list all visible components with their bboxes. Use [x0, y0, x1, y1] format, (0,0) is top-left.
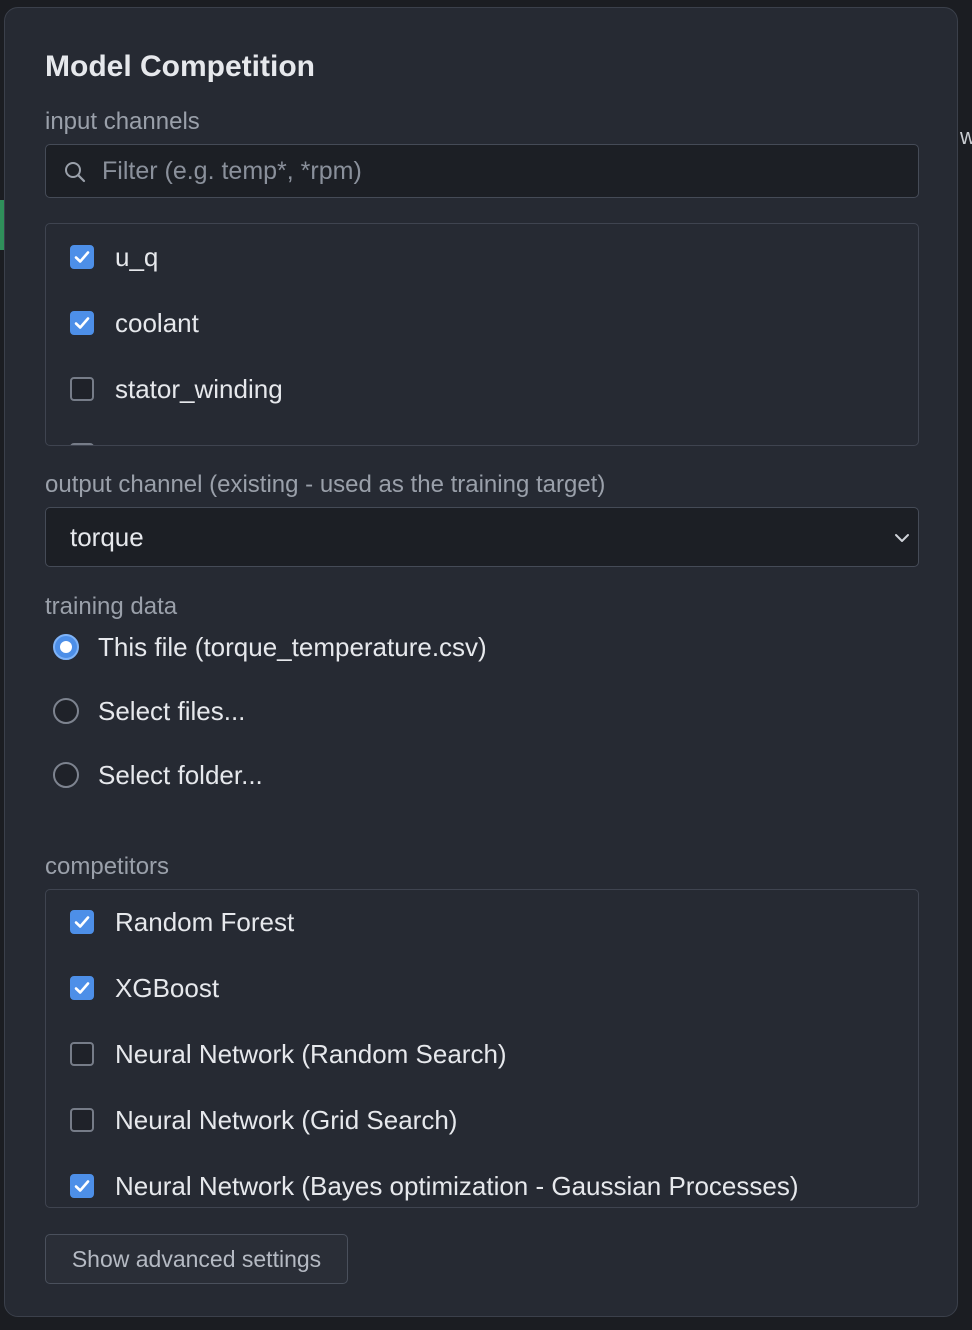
- training-option-select-files[interactable]: Select files...: [53, 694, 245, 728]
- channel-filter[interactable]: [45, 144, 919, 198]
- competitor-item[interactable]: Neural Network (Grid Search): [70, 1103, 457, 1137]
- competitor-item-label: Random Forest: [115, 906, 295, 937]
- checkbox-unchecked[interactable]: [70, 1108, 94, 1132]
- channel-item-label: u_q: [115, 241, 159, 272]
- checkbox-unchecked[interactable]: [70, 443, 94, 445]
- competitor-item[interactable]: Neural Network (Random Search): [70, 1037, 507, 1071]
- radio-unselected[interactable]: [53, 698, 79, 724]
- training-option-this-file[interactable]: This file (torque_temperature.csv): [53, 630, 487, 664]
- training-option-select-folder[interactable]: Select folder...: [53, 758, 263, 792]
- chevron-down-icon: [895, 534, 909, 542]
- output-channel-select[interactable]: torque: [45, 507, 919, 567]
- background-window-glimpse: w: [960, 124, 972, 149]
- checkmark-icon: [74, 916, 90, 928]
- checkbox-checked[interactable]: [70, 311, 94, 335]
- channel-item[interactable]: stator_winding: [70, 372, 283, 406]
- checkbox-checked[interactable]: [70, 976, 94, 1000]
- training-data-label: training data: [45, 593, 178, 620]
- competitors-label: competitors: [45, 853, 170, 880]
- radio-label: Select folder...: [98, 759, 263, 790]
- model-competition-dialog: Model Competition input channels u_q coo…: [4, 7, 958, 1317]
- radio-label: Select files...: [98, 695, 246, 726]
- competitor-item-label: Neural Network (Bayes optimization - Gau…: [115, 1170, 799, 1201]
- dialog-title: Model Competition: [45, 50, 315, 83]
- checkmark-icon: [74, 317, 90, 329]
- competitor-item-label: Neural Network (Grid Search): [115, 1104, 458, 1135]
- competitor-item[interactable]: Random Forest: [70, 905, 294, 939]
- checkmark-icon: [74, 251, 90, 263]
- radio-unselected[interactable]: [53, 762, 79, 788]
- input-channels-list[interactable]: u_q coolant stator_winding: [45, 223, 919, 446]
- checkmark-icon: [74, 1180, 90, 1192]
- checkbox-checked[interactable]: [70, 245, 94, 269]
- competitor-item[interactable]: Neural Network (Bayes optimization - Gau…: [70, 1169, 798, 1203]
- search-icon: [65, 162, 86, 183]
- radio-selected[interactable]: [53, 634, 79, 660]
- output-channel-label: output channel (existing - used as the t…: [45, 471, 606, 498]
- competitor-item-label: XGBoost: [115, 972, 220, 1003]
- channel-item[interactable]: coolant: [70, 306, 199, 340]
- checkbox-checked[interactable]: [70, 1174, 94, 1198]
- competitors-list[interactable]: Random Forest XGBoost Neural Network (Ra…: [45, 889, 919, 1208]
- competitor-item[interactable]: XGBoost: [70, 971, 219, 1005]
- channel-item-label: stator_winding: [115, 373, 283, 404]
- radio-label: This file (torque_temperature.csv): [98, 631, 487, 662]
- channel-filter-input[interactable]: [102, 145, 902, 197]
- channel-item-label: coolant: [115, 307, 199, 338]
- competitor-item-label: Neural Network (Random Search): [115, 1038, 507, 1069]
- input-channels-label: input channels: [45, 108, 200, 135]
- checkbox-unchecked[interactable]: [70, 377, 94, 401]
- output-channel-value: torque: [70, 522, 144, 552]
- show-advanced-settings-button[interactable]: Show advanced settings: [45, 1234, 348, 1284]
- checkmark-icon: [74, 982, 90, 994]
- channel-item-partially-visible[interactable]: [70, 438, 115, 445]
- checkbox-unchecked[interactable]: [70, 1042, 94, 1066]
- checkbox-checked[interactable]: [70, 910, 94, 934]
- channel-item[interactable]: u_q: [70, 240, 158, 274]
